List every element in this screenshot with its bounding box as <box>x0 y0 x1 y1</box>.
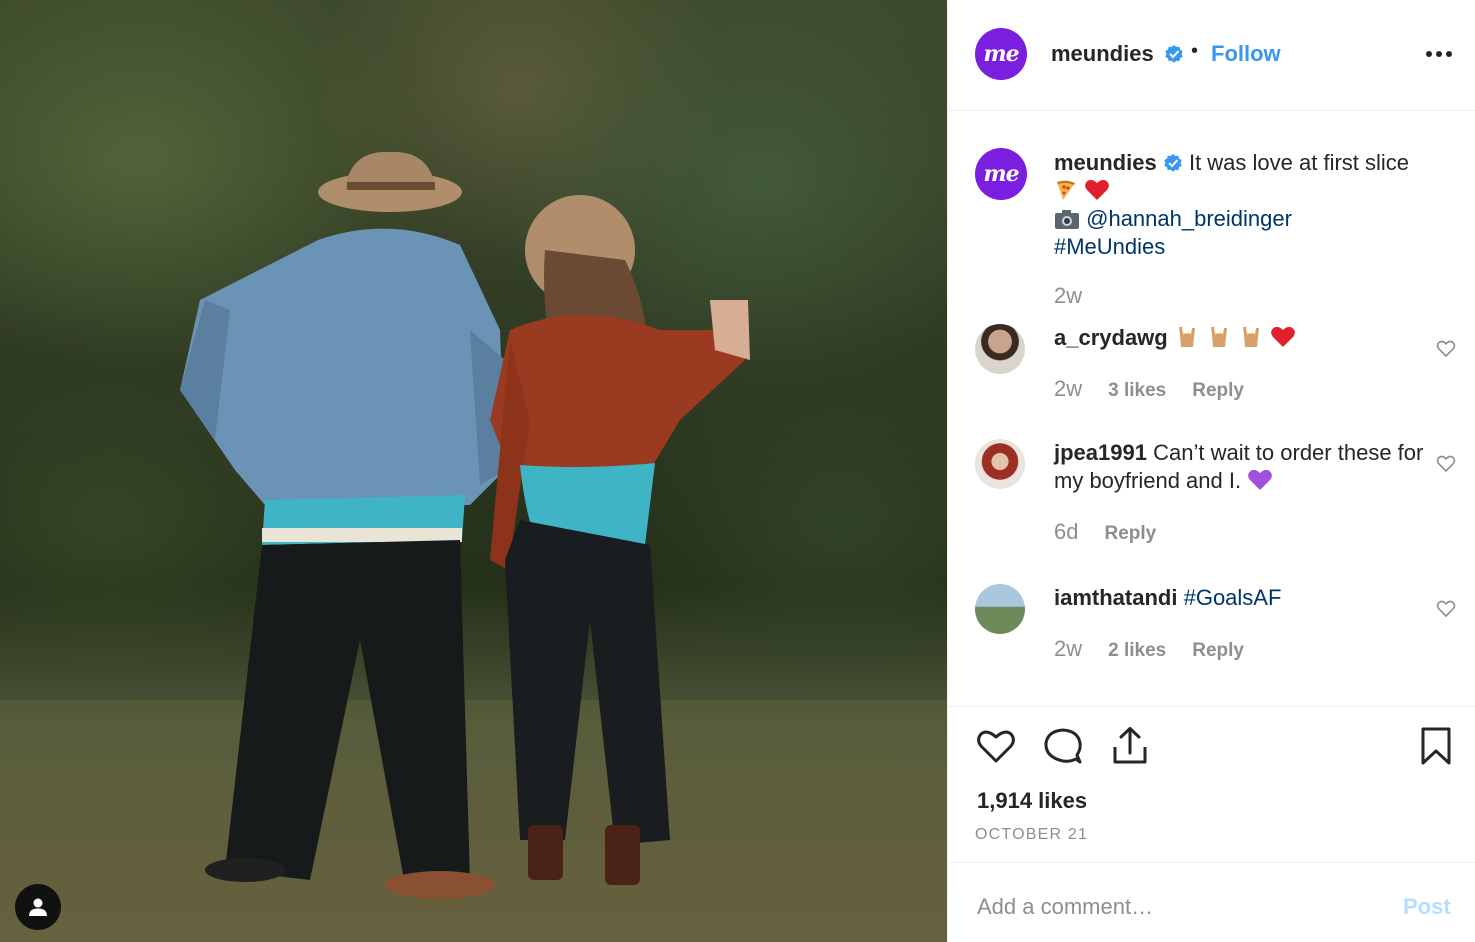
verified-badge-icon <box>1165 45 1183 63</box>
commenter-avatar[interactable] <box>975 584 1025 634</box>
comment-text: jpea1991 Can’t wait to order these for m… <box>1054 439 1434 495</box>
commenter-avatar[interactable] <box>975 324 1025 374</box>
caption-body: It was love at first slice <box>1188 150 1410 175</box>
caption-avatar[interactable]: me <box>975 148 1027 200</box>
like-comment-heart-icon[interactable] <box>1436 339 1456 359</box>
brand-avatar[interactable]: me <box>975 28 1027 80</box>
caption-username[interactable]: meundies <box>1054 150 1157 175</box>
reply-button[interactable]: Reply <box>1192 380 1244 402</box>
comment-meta: 2w 3 likes Reply <box>1054 376 1244 402</box>
post-actions: 1,914 likes OCTOBER 21 <box>948 706 1475 862</box>
caption-hashtag-link[interactable]: #MeUndies <box>1054 234 1165 259</box>
purple-heart-emoji <box>1248 469 1273 490</box>
comment-time[interactable]: 2w <box>1054 376 1082 402</box>
caption-text: meundies It was love at first slice @han… <box>1054 149 1454 261</box>
comment-likes[interactable]: 3 likes <box>1108 380 1166 402</box>
rock-on-emoji-group <box>1174 325 1296 350</box>
red-heart-emoji <box>1271 326 1296 347</box>
add-comment-input[interactable]: Add a comment… <box>977 894 1153 920</box>
comment-meta: 2w 2 likes Reply <box>1054 636 1244 662</box>
reply-button[interactable]: Reply <box>1104 523 1156 545</box>
pizza-emoji <box>1057 180 1075 200</box>
camera-emoji <box>1055 210 1079 229</box>
comment-time[interactable]: 6d <box>1054 519 1078 545</box>
comment-text: iamthatandi #GoalsAF <box>1054 584 1434 612</box>
verified-badge-icon <box>1164 154 1182 172</box>
photo-people-illustration <box>180 151 750 899</box>
like-comment-heart-icon[interactable] <box>1436 599 1456 619</box>
caption-credit-link[interactable]: @hannah_breidinger <box>1086 206 1292 231</box>
reply-button[interactable]: Reply <box>1192 640 1244 662</box>
like-count[interactable]: 1,914 likes <box>977 788 1087 814</box>
comment-text: a_crydawg <box>1054 324 1434 352</box>
share-icon[interactable] <box>1109 725 1151 767</box>
rock-on-emoji <box>1178 327 1195 347</box>
post-comment-button[interactable]: Post <box>1403 894 1451 920</box>
post-header: me meundies • Follow <box>948 0 1475 111</box>
more-options-icon[interactable] <box>1426 44 1454 64</box>
user-tag-icon <box>29 898 47 916</box>
comment-meta: 6d Reply <box>1054 519 1156 545</box>
follow-button[interactable]: Follow <box>1211 41 1281 67</box>
heart-icon[interactable] <box>975 725 1017 767</box>
user-tags-button[interactable] <box>15 884 61 930</box>
rock-on-emoji <box>1210 327 1227 347</box>
caption-time[interactable]: 2w <box>1054 283 1082 309</box>
post-photo[interactable] <box>0 0 947 942</box>
comment-username[interactable]: iamthatandi <box>1054 585 1177 610</box>
comment-hashtag-link[interactable]: #GoalsAF <box>1184 585 1282 610</box>
comment-likes[interactable]: 2 likes <box>1108 640 1166 662</box>
comment-icon[interactable] <box>1042 725 1084 767</box>
red-heart-emoji <box>1085 179 1110 200</box>
comment-time[interactable]: 2w <box>1054 636 1082 662</box>
commenter-avatar[interactable] <box>975 439 1025 489</box>
rock-on-emoji <box>1243 327 1260 347</box>
add-comment-bar: Add a comment… Post <box>948 862 1475 942</box>
post-detail-panel: me meundies • Follow me meundies It was … <box>947 0 1475 942</box>
post-username[interactable]: meundies <box>1051 41 1154 67</box>
caption-meta: 2w <box>1054 283 1082 309</box>
post-date[interactable]: OCTOBER 21 <box>975 826 1088 844</box>
comment-username[interactable]: jpea1991 <box>1054 440 1147 465</box>
bookmark-icon[interactable] <box>1415 725 1457 767</box>
comment-username[interactable]: a_crydawg <box>1054 325 1168 350</box>
header-separator: • <box>1191 40 1199 62</box>
comments-list: me meundies It was love at first slice @… <box>948 111 1475 705</box>
like-comment-heart-icon[interactable] <box>1436 454 1456 474</box>
